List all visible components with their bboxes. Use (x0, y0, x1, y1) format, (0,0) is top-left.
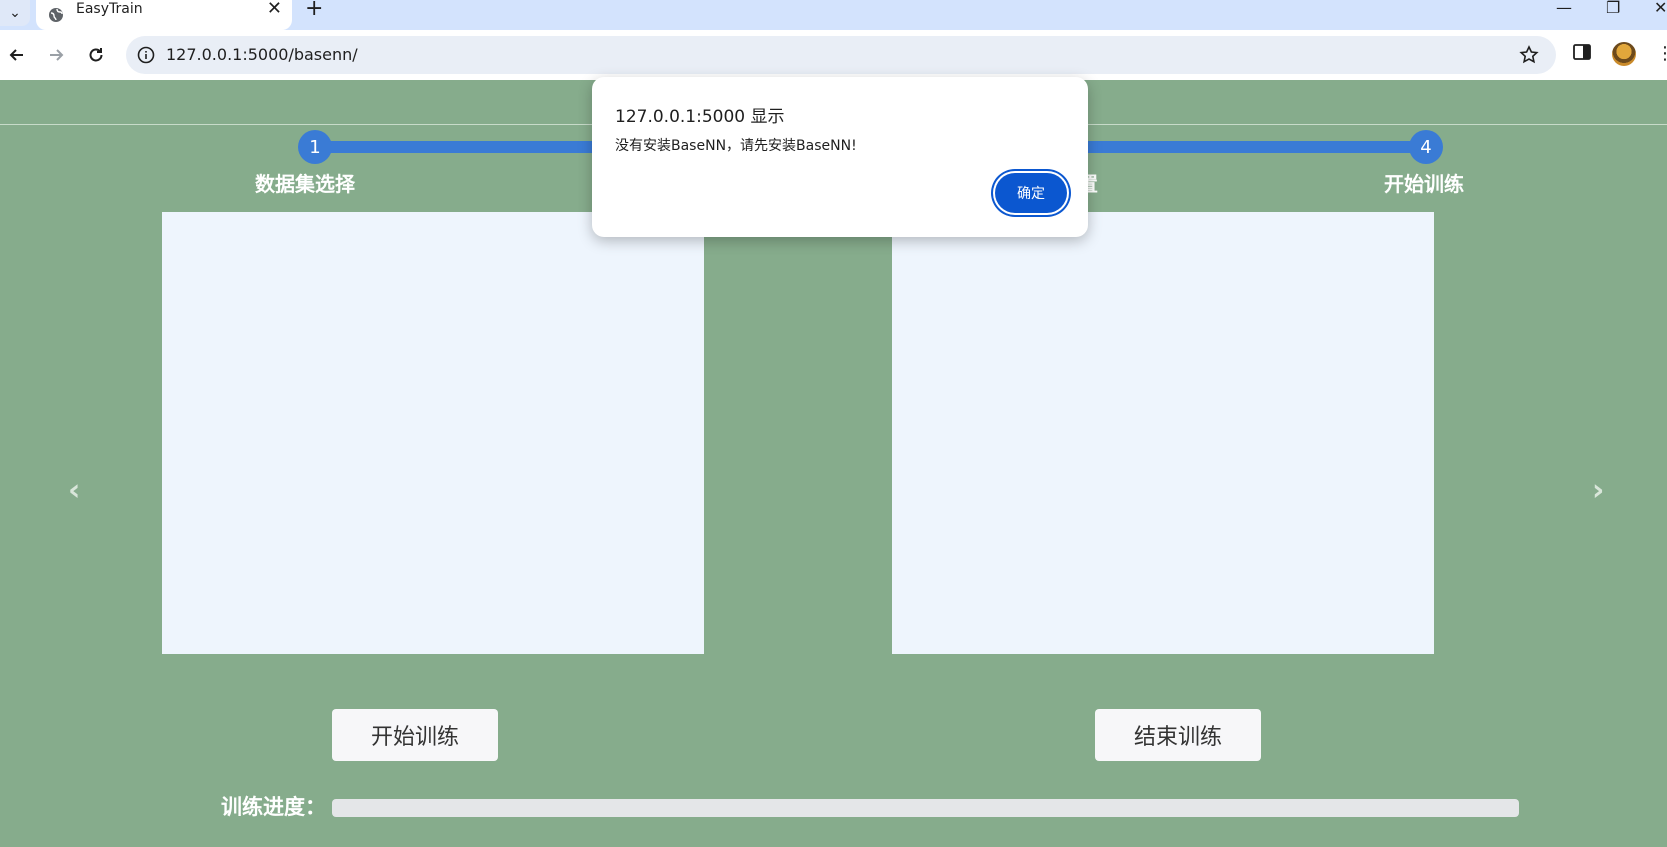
more-menu-icon[interactable]: ⋮ (1656, 43, 1667, 64)
address-bar[interactable]: 127.0.0.1:5000/basenn/ (126, 36, 1556, 74)
back-button[interactable] (4, 42, 30, 68)
reload-icon (89, 48, 103, 62)
stop-training-button[interactable]: 结束训练 (1095, 709, 1261, 761)
reload-button[interactable] (83, 42, 109, 68)
dialog-message: 没有安装BaseNN，请先安装BaseNN! (615, 138, 857, 154)
minimize-icon[interactable]: — (1556, 0, 1572, 17)
step-4-label[interactable]: 开始训练 (1384, 168, 1464, 197)
site-info-icon[interactable] (136, 45, 156, 65)
browser-tab[interactable]: EasyTrain ✕ (36, 0, 292, 30)
browser-toolbar: 127.0.0.1:5000/basenn/ ⋮ (0, 30, 1667, 80)
carousel-next-icon[interactable]: › (1592, 473, 1604, 508)
dialog-ok-button[interactable]: 确定 (995, 173, 1067, 213)
arrow-right-icon (50, 49, 64, 61)
profile-avatar[interactable] (1612, 42, 1636, 66)
progress-label: 训练进度： (221, 795, 326, 819)
restore-icon[interactable]: ❐ (1606, 0, 1620, 17)
alert-dialog: 127.0.0.1:5000 显示 没有安装BaseNN，请先安装BaseNN!… (592, 77, 1088, 237)
step-1-label[interactable]: 数据集选择 (255, 168, 355, 197)
dialog-title: 127.0.0.1:5000 显示 (615, 107, 785, 127)
window-close-icon[interactable]: ✕ (1654, 0, 1667, 17)
forward-button[interactable] (43, 42, 69, 68)
step-4-dot[interactable]: 4 (1409, 130, 1443, 164)
right-chart-panel (892, 212, 1434, 654)
globe-icon (48, 7, 64, 23)
tab-title: EasyTrain (76, 1, 143, 17)
browser-tab-strip: ⌄ EasyTrain ✕ + — ❐ ✕ (0, 0, 1667, 30)
tab-search-button[interactable]: ⌄ (0, 0, 30, 26)
progress-bar (332, 799, 1519, 817)
tab-close-icon[interactable]: ✕ (267, 0, 282, 19)
side-panel-icon[interactable] (1572, 42, 1592, 66)
start-training-button[interactable]: 开始训练 (332, 709, 498, 761)
chevron-down-icon: ⌄ (9, 5, 21, 21)
step-1-dot[interactable]: 1 (298, 130, 332, 164)
new-tab-button[interactable]: + (305, 0, 323, 21)
left-chart-panel (162, 212, 704, 654)
bookmark-star-icon[interactable] (1518, 44, 1540, 66)
carousel-prev-icon[interactable]: ‹ (68, 473, 80, 508)
url-text: 127.0.0.1:5000/basenn/ (166, 45, 358, 64)
arrow-left-icon (9, 49, 23, 61)
